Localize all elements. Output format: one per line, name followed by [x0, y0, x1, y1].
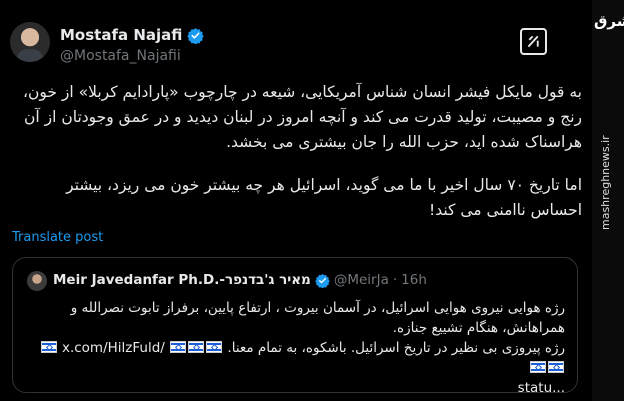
- verified-badge-icon: [187, 27, 205, 44]
- author-name-row: Mostafa Najafi: [60, 26, 205, 44]
- grok-icon[interactable]: [520, 28, 547, 55]
- verified-badge-icon: [315, 273, 330, 288]
- quoted-link[interactable]: x.com/HilzFuld/: [62, 340, 165, 356]
- israel-flag-icon: [170, 341, 187, 353]
- author-avatar[interactable]: [10, 22, 50, 62]
- tweet-paragraph-2: اما تاریخ ۷۰ سال اخیر با ما می گوید، اسر…: [66, 176, 582, 219]
- quoted-line-1: رژه هوایی نیروی هوایی اسرائیل، در آسمان …: [70, 300, 565, 336]
- watermark-logo: مشرق: [594, 12, 624, 30]
- grok-glyph: [527, 35, 539, 48]
- author-handle[interactable]: @Mostafa_Najafii: [60, 48, 181, 64]
- israel-flag-icon: [530, 361, 546, 373]
- israel-flag-icon: [206, 341, 223, 353]
- tweet-paragraph-1: به قول مایکل فیشر انسان شناس آمریکایی، ش…: [22, 83, 582, 151]
- quoted-separator: ·: [392, 272, 398, 288]
- quoted-tweet[interactable]: Meir Javedanfar Ph.D.-מאיר ג'בדנפר @Meir…: [12, 257, 578, 396]
- quoted-body: رژه هوایی نیروی هوایی اسرائیل، در آسمان …: [27, 298, 565, 398]
- quoted-line-2: رژه پیروزی بی نظیر در تاریخ اسرائیل. باش…: [27, 338, 565, 378]
- israel-flag-icon: [40, 341, 57, 353]
- watermark-url: mashreghnews.ir: [599, 135, 612, 230]
- israel-flag-icon: [548, 361, 564, 373]
- quoted-author-row: Meir Javedanfar Ph.D.-מאיר ג'בדנפר @Meir…: [53, 272, 427, 288]
- quoted-author-handle: @MeirJa: [333, 272, 389, 288]
- quoted-author-avatar: [27, 271, 47, 291]
- translate-post-link[interactable]: Translate post: [12, 230, 103, 245]
- quoted-timestamp: 16h: [401, 272, 427, 288]
- tweet-card: Mostafa Najafi @Mostafa_Najafii به قول م…: [0, 0, 592, 401]
- tweet-body: به قول مایکل فیشر انسان شناس آمریکایی، ش…: [12, 80, 582, 223]
- author-display-name[interactable]: Mostafa Najafi: [60, 26, 182, 44]
- israel-flag-icon: [188, 341, 205, 353]
- watermark-strip: مشرق mashreghnews.ir: [592, 0, 624, 401]
- quoted-line-3: statu...: [517, 380, 565, 396]
- quoted-author-name: Meir Javedanfar Ph.D.-מאיר ג'בדנפר: [53, 272, 311, 288]
- quoted-line-2-text: رژه پیروزی بی نظیر در تاریخ اسرائیل. باش…: [227, 340, 565, 356]
